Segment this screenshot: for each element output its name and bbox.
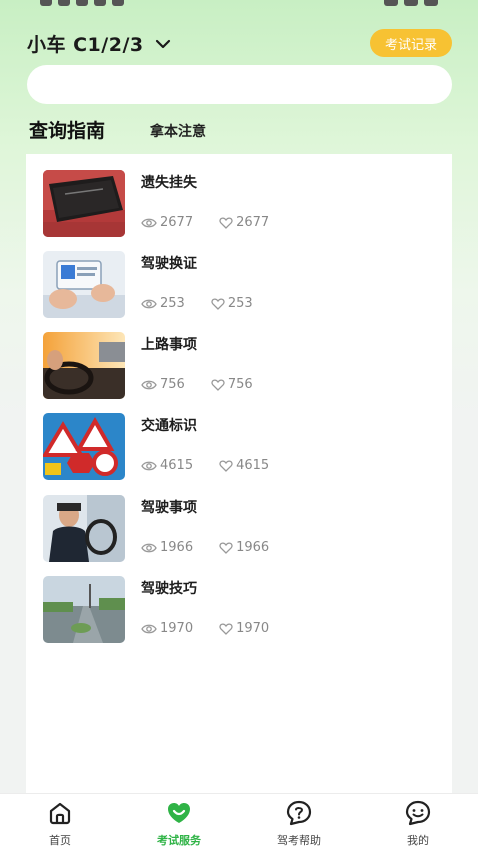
view-count: 2677 (141, 215, 193, 230)
heart-icon (219, 541, 233, 554)
item-stats: 756 756 (141, 377, 253, 392)
thumbnail-image (43, 495, 125, 562)
list-item[interactable]: 驾驶技巧 1970 1970 (43, 576, 443, 646)
thumbnail-image (43, 170, 125, 237)
exam-record-button[interactable]: 考试记录 (369, 29, 452, 57)
item-title: 驾驶事项 (141, 500, 197, 516)
item-title: 上路事项 (141, 337, 197, 353)
nav-exam-service[interactable]: 考试服务 (134, 794, 224, 850)
list-item[interactable]: 遗失挂失 2677 2677 (43, 170, 443, 240)
item-stats: 1966 1966 (141, 540, 269, 555)
nav-label: 考试服务 (157, 834, 201, 847)
status-icons-right (384, 0, 438, 6)
view-count: 1970 (141, 621, 193, 636)
heart-icon (219, 622, 233, 635)
view-count: 253 (141, 296, 185, 311)
item-stats: 4615 4615 (141, 458, 269, 473)
eye-icon (141, 461, 157, 470)
item-stats: 2677 2677 (141, 215, 269, 230)
smile-heart-icon (168, 803, 190, 823)
eye-icon (141, 380, 157, 389)
status-icons-left (40, 0, 124, 6)
nav-mine[interactable]: 我的 (373, 794, 463, 850)
item-title: 交通标识 (141, 418, 197, 434)
eye-icon (141, 624, 157, 633)
eye-icon (141, 218, 157, 227)
heart-icon (219, 216, 233, 229)
tab-label: 查询指南 (29, 120, 106, 142)
item-stats: 253 253 (141, 296, 253, 311)
view-count: 4615 (141, 458, 193, 473)
header: 小车 C1/2/3 考试记录 (27, 29, 452, 58)
like-count[interactable]: 1966 (219, 540, 269, 555)
heart-icon (211, 297, 225, 310)
heart-icon (219, 459, 233, 472)
search-input[interactable] (27, 65, 452, 104)
item-title: 驾驶换证 (141, 256, 197, 272)
list-item[interactable]: 上路事项 756 756 (43, 332, 443, 402)
tab-label: 拿本注意 (150, 124, 206, 140)
tab-license-notes[interactable]: 拿本注意 (150, 121, 206, 141)
view-count: 1966 (141, 540, 193, 555)
list-item[interactable]: 驾驶换证 253 253 (43, 251, 443, 321)
chevron-down-icon (155, 39, 170, 48)
license-type-label: 小车 C1/2/3 (27, 34, 144, 56)
help-bubble-icon (286, 800, 312, 826)
nav-label: 我的 (407, 834, 429, 847)
like-count[interactable]: 756 (211, 377, 253, 392)
like-count[interactable]: 4615 (219, 458, 269, 473)
guide-list: 遗失挂失 2677 2677 驾驶换证 253 253 上路事项 756 756… (26, 154, 452, 794)
tab-bar: 查询指南 拿本注意 (29, 116, 329, 152)
thumbnail-image (43, 413, 125, 480)
tab-query-guide[interactable]: 查询指南 (29, 116, 119, 144)
eye-icon (141, 299, 157, 308)
item-title: 遗失挂失 (141, 175, 197, 191)
list-item[interactable]: 驾驶事项 1966 1966 (43, 495, 443, 565)
like-count[interactable]: 253 (211, 296, 253, 311)
item-title: 驾驶技巧 (141, 581, 197, 597)
nav-home[interactable]: 首页 (15, 794, 105, 850)
license-type-selector[interactable]: 小车 C1/2/3 (27, 30, 172, 57)
nav-label: 驾考帮助 (277, 834, 321, 847)
heart-icon (211, 378, 225, 391)
item-stats: 1970 1970 (141, 621, 269, 636)
thumbnail-image (43, 576, 125, 643)
nav-exam-help[interactable]: 驾考帮助 (254, 794, 344, 850)
list-item[interactable]: 交通标识 4615 4615 (43, 413, 443, 483)
profile-bubble-icon (405, 800, 431, 826)
like-count[interactable]: 1970 (219, 621, 269, 636)
thumbnail-image (43, 332, 125, 399)
status-bar (0, 0, 478, 10)
like-count[interactable]: 2677 (219, 215, 269, 230)
home-icon (49, 802, 71, 825)
view-count: 756 (141, 377, 185, 392)
eye-icon (141, 543, 157, 552)
thumbnail-image (43, 251, 125, 318)
nav-label: 首页 (49, 834, 71, 847)
bottom-nav: 首页 考试服务 驾考帮助 我的 (0, 793, 478, 850)
